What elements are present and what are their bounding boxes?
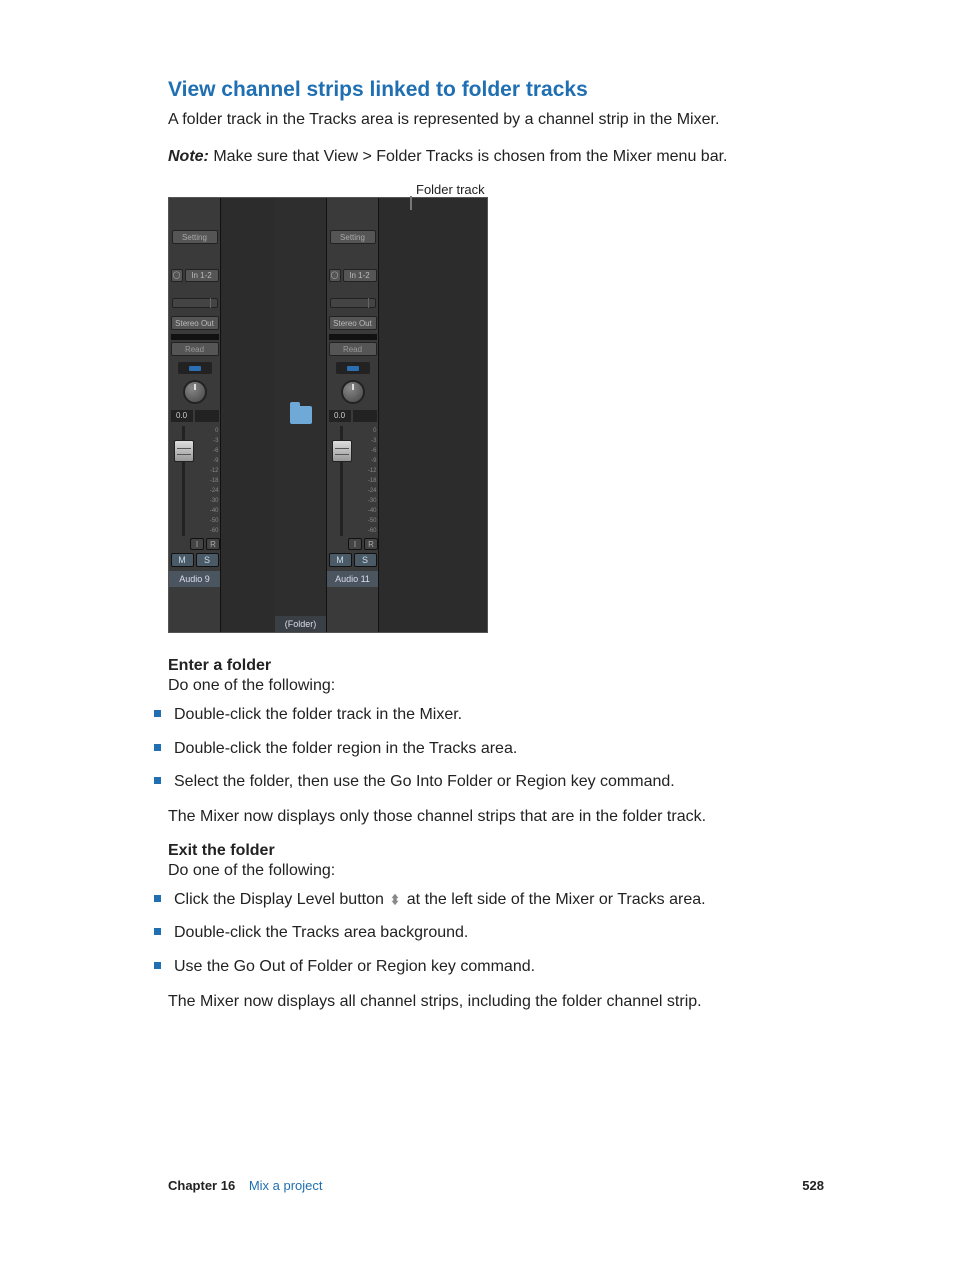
pan-knob[interactable] [341,380,365,404]
setting-button[interactable]: Setting [330,230,376,244]
mute-button[interactable]: M [329,553,352,567]
channel-name[interactable]: Audio 9 [169,571,220,587]
meter-scale: 0-3-6-9-12-18-24-30-40-50-60 [355,426,377,536]
exit-folder-lead: Do one of the following: [168,862,786,880]
pan-display[interactable] [178,362,212,374]
mixer: Setting ◯ In 1-2 Stereo Out Read 0.0 [168,197,488,633]
list-item: Select the folder, then use the Go Into … [154,770,786,793]
folder-icon [290,406,312,424]
fader-area[interactable]: 0-3-6-9-12-18-24-30-40-50-60 [329,426,377,536]
enter-folder-lead: Do one of the following: [168,677,786,695]
output-slot[interactable]: Stereo Out [329,316,377,330]
channel-name[interactable]: Audio 11 [327,571,378,587]
channel-strip-audio-9[interactable]: Setting ◯ In 1-2 Stereo Out Read 0.0 [169,198,221,632]
level-readout: 0.0 [171,410,193,422]
page-number: 528 [802,1178,824,1193]
input-format-icon[interactable]: ◯ [171,269,183,282]
chapter-title-link[interactable]: Mix a project [249,1178,323,1193]
level-readout: 0.0 [329,410,351,422]
spacer-strip [221,198,275,632]
mixer-figure: Folder track Setting ◯ In 1-2 Stereo Out… [168,182,786,633]
list-item: Use the Go Out of Folder or Region key c… [154,955,786,978]
channel-strip-audio-11[interactable]: Setting ◯ In 1-2 Stereo Out Read 0.0 [327,198,379,632]
fader-cap[interactable] [332,440,352,462]
folder-track-callout: Folder track [416,182,786,197]
output-slot[interactable]: Stereo Out [171,316,219,330]
solo-button[interactable]: S [196,553,219,567]
chapter-label: Chapter 16 [168,1178,235,1193]
exit-folder-result: The Mixer now displays all channel strip… [168,990,786,1013]
automation-mode-button[interactable]: Read [171,342,219,356]
record-enable-button[interactable]: R [206,538,220,550]
input-slot[interactable]: In 1-2 [343,269,377,282]
enter-folder-result: The Mixer now displays only those channe… [168,805,786,828]
input-format-icon[interactable]: ◯ [329,269,341,282]
record-enable-button[interactable]: R [364,538,378,550]
spacer-strip [379,198,487,632]
solo-button[interactable]: S [354,553,377,567]
setting-button[interactable]: Setting [172,230,218,244]
peak-display[interactable] [195,410,219,422]
enter-folder-heading: Enter a folder [168,657,786,675]
section-heading: View channel strips linked to folder tra… [168,78,786,102]
group-slot[interactable] [171,334,219,340]
intro-paragraph: A folder track in the Tracks area is rep… [168,108,786,131]
note-body: Make sure that View > Folder Tracks is c… [209,148,728,165]
folder-channel-strip[interactable]: (Folder) [275,198,327,632]
exit-folder-heading: Exit the folder [168,842,786,860]
note-label: Note: [168,148,209,165]
insert-slot[interactable] [172,298,218,308]
list-item: Double-click the folder track in the Mix… [154,703,786,726]
mute-button[interactable]: M [171,553,194,567]
page-footer: Chapter 16 Mix a project 528 [168,1178,824,1193]
input-slot[interactable]: In 1-2 [185,269,219,282]
insert-slot[interactable] [330,298,376,308]
fader-cap[interactable] [174,440,194,462]
peak-display[interactable] [353,410,377,422]
list-item: Double-click the Tracks area background. [154,921,786,944]
group-slot[interactable] [329,334,377,340]
list-item: Double-click the folder region in the Tr… [154,737,786,760]
exit-folder-list: Click the Display Level button at the le… [168,888,786,978]
channel-name[interactable]: (Folder) [275,616,326,632]
enter-folder-list: Double-click the folder track in the Mix… [168,703,786,793]
automation-mode-button[interactable]: Read [329,342,377,356]
input-monitor-button[interactable]: I [348,538,362,550]
input-monitor-button[interactable]: I [190,538,204,550]
display-level-button-icon [388,890,402,904]
list-item: Click the Display Level button at the le… [154,888,786,911]
note-paragraph: Note: Make sure that View > Folder Track… [168,145,786,168]
pan-knob[interactable] [183,380,207,404]
pan-display[interactable] [336,362,370,374]
fader-area[interactable]: 0-3-6-9-12-18-24-30-40-50-60 [171,426,219,536]
meter-scale: 0-3-6-9-12-18-24-30-40-50-60 [197,426,219,536]
